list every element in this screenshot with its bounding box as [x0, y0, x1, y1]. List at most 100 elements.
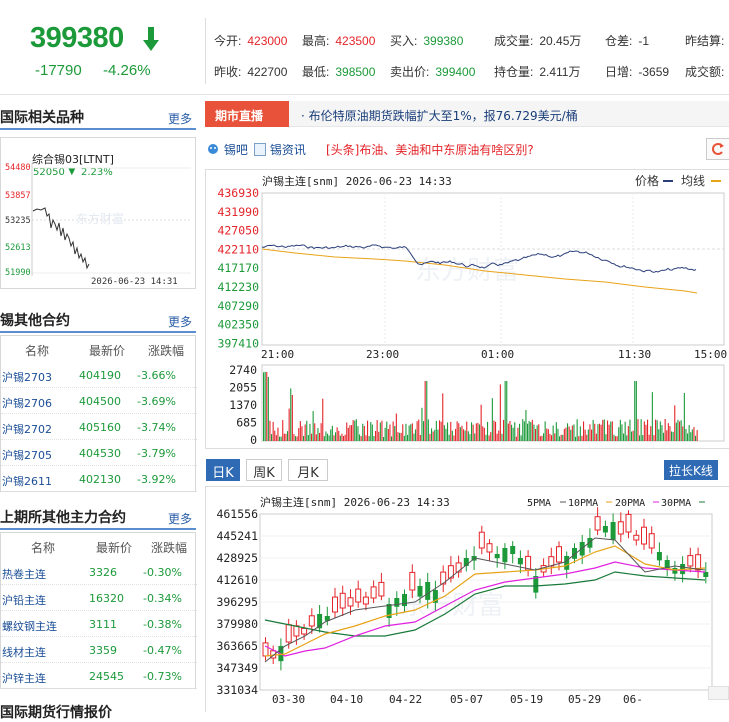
volume-bar — [682, 426, 684, 441]
intl-more-link[interactable]: 更多 — [168, 110, 192, 127]
tab-daily-k[interactable]: 日K — [206, 459, 240, 481]
contract-name[interactable]: 螺纹钢主连 — [2, 618, 57, 634]
volume-bar — [688, 425, 690, 441]
volume-bar — [360, 436, 362, 441]
contract-price: 3326 — [89, 566, 117, 579]
volume-bar — [427, 419, 429, 441]
volume-bar — [559, 436, 561, 441]
volume-bar — [355, 419, 357, 441]
intl-ytick: 54480 — [5, 163, 31, 173]
news-info-link[interactable]: 锡资讯 — [254, 141, 306, 158]
contract-name[interactable]: 沪铅主连 — [2, 592, 46, 608]
contract-name[interactable]: 沪锡2611 — [2, 473, 52, 489]
candle — [517, 558, 523, 565]
volume-bar — [415, 429, 417, 441]
volume-bar — [279, 436, 281, 441]
volume-ytick: 2055 — [229, 381, 257, 395]
volume-bar — [607, 420, 609, 441]
contract-name[interactable]: 沪锡2705 — [2, 447, 52, 463]
candle — [308, 615, 315, 627]
refresh-icon — [712, 143, 724, 155]
volume-bar — [616, 436, 618, 441]
volume-bar — [653, 435, 655, 441]
table-row[interactable]: 沪铅主连 16320 -0.34% — [1, 585, 197, 611]
volume-bar — [296, 436, 298, 441]
volume-bar — [487, 421, 489, 441]
contract-name[interactable]: 沪锌主连 — [2, 670, 46, 686]
volume-bar — [389, 424, 391, 441]
volume-bar — [339, 435, 341, 441]
table-row[interactable]: 沪锡2611 402130 -3.92% — [1, 466, 197, 492]
volume-bar — [282, 420, 284, 441]
table-row[interactable]: 沪锌主连 24545 -0.73% — [1, 663, 197, 689]
intraday-xtick: 21:00 — [261, 348, 294, 361]
table-row[interactable]: 沪锡2703 404190 -3.66% — [1, 362, 197, 388]
contract-name[interactable]: 沪锡2702 — [2, 421, 52, 437]
table-row[interactable]: 沪锡2702 405160 -3.74% — [1, 414, 197, 440]
refresh-button[interactable] — [706, 138, 729, 160]
intraday-ytick: 422110 — [217, 242, 259, 256]
volume-bar — [549, 433, 551, 441]
volume-bar — [392, 421, 394, 441]
volume-bar — [298, 428, 300, 441]
volume-bar — [330, 429, 332, 441]
intl-section-title: 国际相关品种 更多 — [0, 104, 196, 130]
contract-price: 404530 — [79, 447, 121, 460]
volume-bar — [671, 431, 673, 441]
volume-bar — [618, 427, 620, 441]
contract-pct: -0.73% — [143, 670, 182, 683]
contract-name[interactable]: 线材主连 — [2, 644, 46, 660]
volume-bar — [621, 424, 623, 441]
volume-bar — [295, 436, 297, 441]
volume-bar — [431, 428, 433, 441]
shfe-more-link[interactable]: 更多 — [168, 510, 192, 527]
kline-xtick: 04-10 — [330, 693, 363, 706]
volume-bar — [475, 423, 477, 441]
volume-bar — [362, 423, 364, 441]
quote-label: 昨收: — [214, 65, 242, 79]
divider — [205, 18, 206, 84]
volume-bar — [387, 429, 389, 441]
volume-bar — [490, 432, 492, 441]
tab-monthly-k[interactable]: 月K — [288, 459, 328, 481]
volume-bar — [381, 420, 383, 441]
volume-bar — [589, 424, 591, 441]
volume-bar — [341, 433, 343, 441]
table-row[interactable]: 线材主连 3359 -0.47% — [1, 637, 197, 663]
volume-bar — [519, 423, 521, 441]
contract-name[interactable]: 沪锡2703 — [2, 369, 52, 385]
forum-link[interactable]: 锡吧 — [206, 141, 248, 158]
stretch-kline-button[interactable]: 拉长K线 — [664, 460, 718, 480]
intraday-title: 沪锡主连[snm] 2026-06-23 14:33 — [262, 174, 452, 188]
table-row[interactable]: 螺纹钢主连 3111 -0.38% — [1, 611, 197, 637]
volume-bar — [455, 428, 457, 441]
candle — [285, 624, 292, 643]
volume-bar — [491, 398, 493, 441]
volume-bar — [691, 429, 693, 441]
live-news-bar: 期市直播 · 布伦特原油期货跌幅扩大至1%，报76.729美元/桶 — [205, 101, 729, 127]
scroll-handle[interactable] — [708, 686, 729, 700]
contract-name[interactable]: 热卷主连 — [2, 566, 46, 582]
volume-bar — [370, 422, 372, 441]
volume-bar — [303, 435, 305, 441]
tab-weekly-k[interactable]: 周K — [246, 459, 282, 481]
candle — [633, 534, 640, 541]
volume-bar — [466, 421, 468, 441]
table-row[interactable]: 热卷主连 3326 -0.30% — [1, 559, 197, 585]
volume-bar — [288, 408, 290, 441]
news-headline[interactable]: · 布伦特原油期货跌幅扩大至1%，报76.729美元/桶 — [301, 107, 578, 124]
contract-name[interactable]: 沪锡2706 — [2, 395, 52, 411]
price-change-pct: -4.26% — [103, 62, 151, 79]
quote-label: 昨结算: — [685, 34, 725, 48]
headline-link[interactable]: [头条]布油、美油和中东原油有啥区别? — [326, 141, 534, 158]
volume-bar — [599, 423, 601, 441]
volume-bar — [581, 435, 583, 441]
tin-more-link[interactable]: 更多 — [168, 313, 192, 330]
table-row[interactable]: 沪锡2706 404500 -3.69% — [1, 388, 197, 414]
volume-bar — [655, 419, 657, 441]
volume-bar — [512, 427, 514, 441]
contract-price: 405160 — [79, 421, 121, 434]
intl-mini-chart[interactable]: 综合锡03[LTNT] 52050 ▼ 2.23% 54480 53857 53… — [0, 137, 196, 289]
table-row[interactable]: 沪锡2705 404530 -3.79% — [1, 440, 197, 466]
volume-bar — [597, 424, 599, 441]
